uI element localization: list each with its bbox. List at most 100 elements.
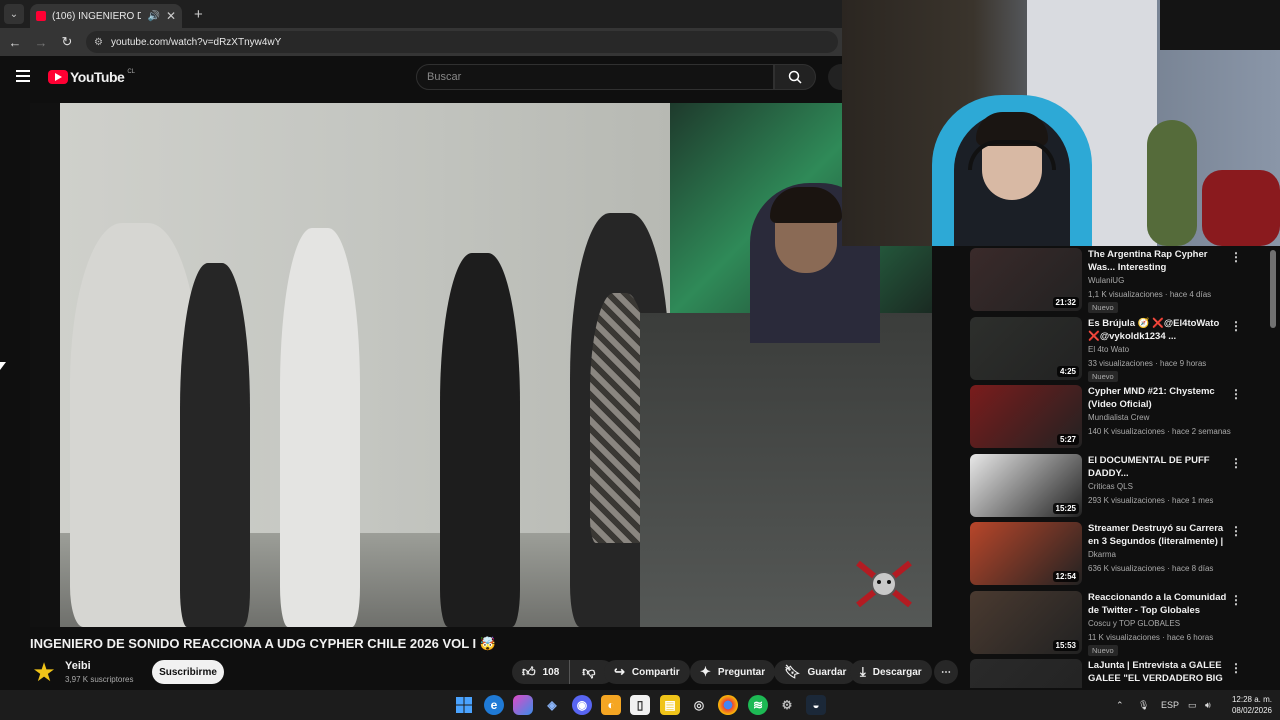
network-icon[interactable]: ▭	[1188, 690, 1197, 720]
system-clock[interactable]: 12:28 a. m. 08/02/2026	[1222, 694, 1272, 716]
recommendation-thumbnail[interactable]: 15:53	[970, 590, 1082, 654]
recommendation-item[interactable]: 15:25 El DOCUMENTAL DE PUFF DADDY... Criti…	[970, 453, 1260, 520]
recommendation-title[interactable]: Streamer Destruyó su Carrera en 3 Segund…	[1088, 522, 1228, 548]
more-vertical-icon[interactable]: ⋮	[1230, 524, 1242, 538]
recommendation-channel[interactable]: Criticas QLS	[1088, 482, 1133, 491]
share-button[interactable]: ↪ Compartir	[604, 660, 690, 684]
share-label: Compartir	[631, 666, 680, 678]
recommendation-thumbnail[interactable]	[970, 659, 1082, 688]
clock-date: 08/02/2026	[1231, 706, 1272, 715]
site-info-icon[interactable]: ⚙	[94, 37, 103, 48]
more-vertical-icon[interactable]: ⋮	[1230, 387, 1242, 401]
volume-icon[interactable]: 🔊︎	[1205, 690, 1211, 720]
audio-playing-icon[interactable]: 🔊	[147, 11, 159, 22]
subscriber-count: 3,97 K suscriptores	[65, 675, 134, 684]
document-icon[interactable]: ▯	[630, 695, 650, 715]
recommendation-channel[interactable]: Mundialista Crew	[1088, 413, 1149, 422]
address-bar[interactable]: ⚙ youtube.com/watch?v=dRzXTnyw4wY	[86, 31, 838, 53]
subscribe-button[interactable]: Suscribirme	[152, 660, 224, 684]
menu-icon[interactable]	[16, 70, 30, 82]
dislike-button[interactable]: 👎︎	[570, 660, 607, 684]
file-explorer-icon[interactable]: ▤	[660, 695, 680, 715]
recommendation-title[interactable]: LaJunta | Entrevista a GALEE GALEE "EL V…	[1088, 659, 1228, 685]
recommendation-item[interactable]: 5:27 Cypher MND #21: Chystemc (Video Ofic…	[970, 385, 1260, 451]
more-actions-button[interactable]: ⋯	[934, 660, 958, 684]
discord-icon[interactable]: ◉	[572, 695, 592, 715]
recommendation-item[interactable]: 21:32 The Argentina Rap Cypher Was... Int…	[970, 248, 1260, 314]
windows-start-icon[interactable]	[454, 695, 474, 715]
channel-avatar-star-icon[interactable]: ★	[30, 657, 58, 687]
download-button[interactable]: ⤓ Descargar	[850, 660, 932, 684]
recommendation-thumbnail[interactable]: 5:27	[970, 385, 1082, 448]
microphone-icon[interactable]: 🎙︎	[1138, 690, 1149, 720]
download-icon: ⤓	[860, 664, 866, 679]
new-tab-icon[interactable]: +	[194, 6, 203, 23]
close-tab-icon[interactable]: ✕	[166, 9, 176, 23]
widgets-icon[interactable]: ◈	[542, 695, 562, 715]
recommendation-title[interactable]: Cypher MND #21: Chystemc (Video Oficial)	[1088, 385, 1228, 411]
recommendation-channel[interactable]: WulaniUG	[1088, 276, 1124, 285]
obs-icon[interactable]: ◎	[689, 695, 709, 715]
recommendation-thumbnail[interactable]: 21:32	[970, 248, 1082, 311]
sidebar-scrollbar[interactable]	[1270, 250, 1276, 328]
bookmark-icon: 🔖︎	[784, 664, 801, 679]
back-icon[interactable]: ←	[4, 35, 26, 50]
forward-icon[interactable]: →	[30, 35, 52, 50]
video-duration: 15:25	[1052, 502, 1079, 514]
recommendation-thumbnail[interactable]: 15:25	[970, 453, 1082, 517]
search-input[interactable]	[427, 71, 773, 83]
steam-icon[interactable]: ◒	[806, 695, 826, 715]
more-vertical-icon[interactable]: ⋮	[1230, 661, 1242, 675]
new-badge: Nuevo	[1088, 302, 1118, 313]
recommendation-item[interactable]: 15:53 Reaccionando a la Comunidad de Twit…	[970, 590, 1260, 657]
settings-icon[interactable]: ⚙	[777, 695, 797, 715]
recommendation-title[interactable]: El DOCUMENTAL DE PUFF DADDY...	[1088, 454, 1228, 480]
webcam-bag	[1202, 170, 1280, 246]
recommendation-title[interactable]: The Argentina Rap Cypher Was... Interest…	[1088, 248, 1228, 274]
like-count: 108	[542, 666, 560, 678]
recommendation-channel[interactable]: Coscu y TOP GLOBALES	[1088, 619, 1180, 628]
recommendation-meta: 1,1 K visualizaciones · hace 4 días	[1088, 290, 1212, 299]
copilot-icon[interactable]	[513, 695, 533, 715]
youtube-logo[interactable]: YouTube CL	[48, 69, 135, 85]
ask-button[interactable]: ✦ Preguntar	[690, 660, 776, 684]
windows-taskbar: e ◈ ◉ ◐ ▯ ▤ ◎ ≋ ⚙ ◒ ⌃ 🎙︎ ESP ▭ 🔊︎ 12:28 …	[0, 690, 1280, 720]
more-vertical-icon[interactable]: ⋮	[1230, 319, 1242, 333]
browser-toolbar: ← → ↻ ⚙ youtube.com/watch?v=dRzXTnyw4wY	[0, 28, 842, 56]
recommendation-channel[interactable]: El 4to Wato	[1088, 345, 1129, 354]
recommendation-meta: 33 visualizaciones · hace 9 horas	[1088, 358, 1207, 368]
recommendation-title[interactable]: Es Brújula 🧭 ❌@El4toWato ❌@vykoldk1234 .…	[1088, 317, 1228, 343]
edge-icon[interactable]: e	[484, 695, 504, 715]
like-button[interactable]: 👍︎ 108	[512, 660, 571, 684]
chrome-icon[interactable]	[718, 695, 738, 715]
search-button[interactable]	[774, 64, 816, 90]
language-indicator[interactable]: ESP	[1161, 690, 1179, 720]
new-badge: Nuevo	[1088, 644, 1118, 656]
tab-search-menu-icon[interactable]: ⌄	[4, 4, 24, 24]
video-title: INGENIERO DE SONIDO REACCIONA A UDG CYPH…	[30, 636, 496, 651]
thumbs-down-icon: 👎︎	[582, 664, 596, 679]
spotify-icon[interactable]: ≋	[748, 695, 768, 715]
browser-tab-active[interactable]: (106) INGENIERO DE SONID 🔊 ✕	[30, 4, 182, 28]
webcam-monitor	[1160, 0, 1280, 50]
recommendation-item[interactable]: 4:25 Es Brújula 🧭 ❌@El4toWato ❌@vykoldk12…	[970, 316, 1260, 383]
channel-name[interactable]: Yeibi	[65, 660, 91, 672]
browser-tab-strip: ⌄ (106) INGENIERO DE SONID 🔊 ✕ +	[0, 0, 842, 28]
recommendation-channel[interactable]: Dkarma	[1088, 550, 1116, 559]
reload-icon[interactable]: ↻	[56, 34, 78, 50]
recommendation-item[interactable]: LaJunta | Entrevista a GALEE GALEE "EL V…	[970, 659, 1260, 688]
video-player[interactable]	[30, 103, 932, 627]
recommendation-thumbnail[interactable]: 4:25	[970, 316, 1082, 380]
more-vertical-icon[interactable]: ⋮	[1230, 250, 1242, 264]
recommendation-item[interactable]: 12:54 Streamer Destruyó su Carrera en 3 S…	[970, 522, 1260, 588]
more-vertical-icon[interactable]: ⋮	[1230, 456, 1242, 470]
tray-overflow-icon[interactable]: ⌃	[1116, 690, 1124, 720]
recommendation-title[interactable]: Reaccionando a la Comunidad de Twitter -…	[1088, 591, 1228, 617]
save-button[interactable]: 🔖︎ Guardar	[774, 660, 857, 684]
recommendation-thumbnail[interactable]: 12:54	[970, 522, 1082, 585]
fl-studio-icon[interactable]: ◐	[601, 695, 621, 715]
video-person-3	[280, 228, 360, 627]
more-vertical-icon[interactable]: ⋮	[1230, 593, 1242, 607]
video-actions-row: ★ Yeibi 3,97 K suscriptores Suscribirme …	[30, 656, 965, 688]
search-box[interactable]	[416, 64, 774, 90]
